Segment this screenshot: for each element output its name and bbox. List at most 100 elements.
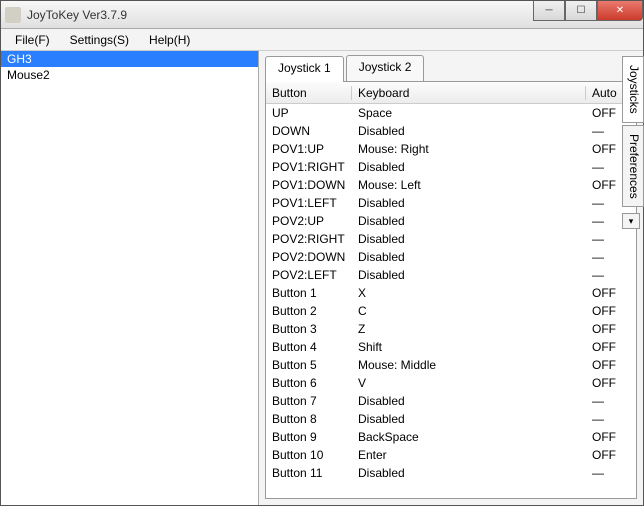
cell-button: POV1:LEFT (266, 196, 352, 210)
cell-auto: OFF (586, 286, 636, 300)
cell-keyboard: Mouse: Middle (352, 358, 586, 372)
cell-auto: OFF (586, 448, 636, 462)
cell-button: POV2:UP (266, 214, 352, 228)
close-button[interactable]: ✕ (597, 1, 643, 21)
cell-keyboard: Space (352, 106, 586, 120)
cell-keyboard: Mouse: Left (352, 178, 586, 192)
table-row[interactable]: POV1:UPMouse: RightOFF (266, 140, 636, 158)
cell-button: DOWN (266, 124, 352, 138)
cell-keyboard: Disabled (352, 196, 586, 210)
cell-keyboard: Shift (352, 340, 586, 354)
cell-button: Button 7 (266, 394, 352, 408)
table-row[interactable]: Button 1XOFF (266, 284, 636, 302)
table-row[interactable]: Button 5Mouse: MiddleOFF (266, 356, 636, 374)
menu-settings[interactable]: Settings(S) (60, 31, 139, 49)
device-item[interactable]: Mouse2 (1, 67, 258, 83)
cell-button: Button 6 (266, 376, 352, 390)
table-row[interactable]: POV2:RIGHTDisabled— (266, 230, 636, 248)
cell-keyboard: Disabled (352, 232, 586, 246)
table-row[interactable]: Button 7Disabled— (266, 392, 636, 410)
app-window: JoyToKey Ver3.7.9 ─ ☐ ✕ File(F) Settings… (0, 0, 644, 506)
cell-button: Button 2 (266, 304, 352, 318)
cell-auto: — (586, 268, 636, 282)
right-tab-preferences[interactable]: Preferences (622, 125, 644, 208)
cell-auto: — (586, 412, 636, 426)
cell-keyboard: Z (352, 322, 586, 336)
table-row[interactable]: POV1:LEFTDisabled— (266, 194, 636, 212)
table-header: Button Keyboard Auto (266, 82, 636, 104)
cell-button: Button 9 (266, 430, 352, 444)
table-body[interactable]: UPSpaceOFFDOWNDisabled—POV1:UPMouse: Rig… (266, 104, 636, 498)
cell-button: Button 1 (266, 286, 352, 300)
cell-auto: — (586, 466, 636, 480)
cell-button: POV2:RIGHT (266, 232, 352, 246)
cell-button: Button 8 (266, 412, 352, 426)
content-area: GH3Mouse2 Joystick 1Joystick 2 Button Ke… (1, 51, 643, 505)
cell-auto: OFF (586, 358, 636, 372)
header-keyboard[interactable]: Keyboard (352, 86, 586, 100)
cell-auto: OFF (586, 430, 636, 444)
cell-button: Button 10 (266, 448, 352, 462)
titlebar: JoyToKey Ver3.7.9 ─ ☐ ✕ (1, 1, 643, 29)
cell-keyboard: Disabled (352, 394, 586, 408)
cell-auto: OFF (586, 376, 636, 390)
menu-file[interactable]: File(F) (5, 31, 60, 49)
cell-button: POV1:RIGHT (266, 160, 352, 174)
cell-button: POV2:DOWN (266, 250, 352, 264)
table-row[interactable]: Button 3ZOFF (266, 320, 636, 338)
device-list[interactable]: GH3Mouse2 (1, 51, 259, 505)
table-row[interactable]: POV2:UPDisabled— (266, 212, 636, 230)
joystick-tabs: Joystick 1Joystick 2 (265, 55, 643, 81)
table-row[interactable]: DOWNDisabled— (266, 122, 636, 140)
cell-button: POV1:DOWN (266, 178, 352, 192)
mapping-table: Button Keyboard Auto UPSpaceOFFDOWNDisab… (265, 81, 637, 499)
cell-keyboard: Disabled (352, 466, 586, 480)
cell-button: POV2:LEFT (266, 268, 352, 282)
cell-button: Button 4 (266, 340, 352, 354)
cell-button: POV1:UP (266, 142, 352, 156)
joystick-tab[interactable]: Joystick 2 (346, 55, 425, 81)
cell-button: UP (266, 106, 352, 120)
cell-keyboard: Disabled (352, 214, 586, 228)
right-tab-joysticks[interactable]: Joysticks (622, 56, 644, 123)
cell-keyboard: Disabled (352, 124, 586, 138)
table-row[interactable]: UPSpaceOFF (266, 104, 636, 122)
table-row[interactable]: Button 8Disabled— (266, 410, 636, 428)
menu-help[interactable]: Help(H) (139, 31, 200, 49)
cell-button: Button 11 (266, 466, 352, 480)
table-row[interactable]: POV2:LEFTDisabled— (266, 266, 636, 284)
table-row[interactable]: Button 6VOFF (266, 374, 636, 392)
joystick-tab[interactable]: Joystick 1 (265, 56, 344, 82)
menubar: File(F) Settings(S) Help(H) (1, 29, 643, 51)
app-icon (5, 7, 21, 23)
cell-keyboard: Enter (352, 448, 586, 462)
cell-auto: OFF (586, 322, 636, 336)
minimize-button[interactable]: ─ (533, 1, 565, 21)
table-row[interactable]: POV2:DOWNDisabled— (266, 248, 636, 266)
main-panel: Joystick 1Joystick 2 Button Keyboard Aut… (259, 51, 643, 505)
cell-keyboard: Disabled (352, 268, 586, 282)
cell-auto: OFF (586, 304, 636, 318)
cell-keyboard: V (352, 376, 586, 390)
cell-button: Button 5 (266, 358, 352, 372)
device-item[interactable]: GH3 (1, 51, 258, 67)
header-button[interactable]: Button (266, 86, 352, 100)
table-row[interactable]: POV1:DOWNMouse: LeftOFF (266, 176, 636, 194)
cell-keyboard: C (352, 304, 586, 318)
cell-keyboard: Disabled (352, 412, 586, 426)
cell-auto: — (586, 232, 636, 246)
maximize-button[interactable]: ☐ (565, 1, 597, 21)
cell-keyboard: Disabled (352, 160, 586, 174)
table-row[interactable]: Button 4ShiftOFF (266, 338, 636, 356)
table-row[interactable]: Button 9BackSpaceOFF (266, 428, 636, 446)
window-controls: ─ ☐ ✕ (533, 1, 643, 21)
cell-auto: OFF (586, 340, 636, 354)
table-row[interactable]: Button 10EnterOFF (266, 446, 636, 464)
table-row[interactable]: Button 11Disabled— (266, 464, 636, 482)
cell-keyboard: Disabled (352, 250, 586, 264)
right-tab-more-icon[interactable]: ▾ (622, 213, 640, 229)
window-title: JoyToKey Ver3.7.9 (27, 8, 127, 22)
cell-button: Button 3 (266, 322, 352, 336)
table-row[interactable]: POV1:RIGHTDisabled— (266, 158, 636, 176)
table-row[interactable]: Button 2COFF (266, 302, 636, 320)
